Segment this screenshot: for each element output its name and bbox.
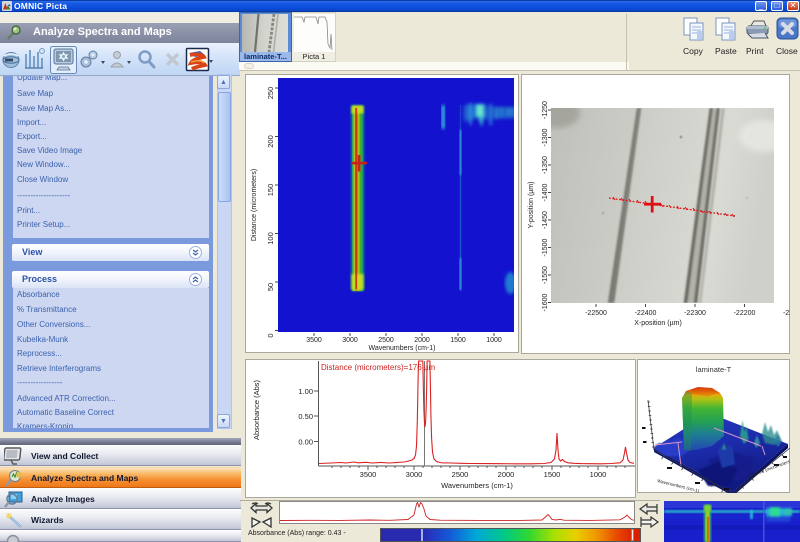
svg-text:Y-position (µm): Y-position (µm) <box>528 182 535 229</box>
svg-text:1500: 1500 <box>450 337 466 344</box>
svg-text:2000: 2000 <box>498 470 515 479</box>
svg-text:1000: 1000 <box>486 337 502 344</box>
svg-text:1.00: 1.00 <box>298 387 313 396</box>
svg-text:-22500: -22500 <box>585 310 607 317</box>
svg-text:3000: 3000 <box>406 470 423 479</box>
svg-text:-22300: -22300 <box>684 310 706 317</box>
svg-text:100: 100 <box>266 232 275 245</box>
svg-text:Distance (micrometers): Distance (micrometers) <box>251 169 258 241</box>
svg-text:-1500: -1500 <box>542 238 549 256</box>
svg-text:-1350: -1350 <box>542 156 549 174</box>
svg-text:150: 150 <box>266 184 275 197</box>
svg-text:Absorbance (Abs): Absorbance (Abs) <box>252 379 261 440</box>
svg-text:-1400: -1400 <box>542 183 549 201</box>
svg-text:50: 50 <box>266 283 275 291</box>
svg-text:-1300: -1300 <box>542 128 549 146</box>
svg-text:3500: 3500 <box>360 470 377 479</box>
svg-text:-1550: -1550 <box>542 266 549 284</box>
svg-text:2500: 2500 <box>378 337 394 344</box>
svg-text:2500: 2500 <box>452 470 469 479</box>
svg-text:Wavenumbers (cm-1): Wavenumbers (cm-1) <box>657 478 701 493</box>
svg-text:200: 200 <box>266 135 275 148</box>
svg-text:Wavenumbers (cm-1): Wavenumbers (cm-1) <box>368 345 435 352</box>
svg-text:-22: -22 <box>783 310 790 317</box>
svg-text:0: 0 <box>266 333 275 337</box>
svg-text:2000: 2000 <box>414 337 430 344</box>
svg-text:3500: 3500 <box>306 337 322 344</box>
svg-text:Wavenumbers (cm-1): Wavenumbers (cm-1) <box>441 481 513 490</box>
svg-text:-22200: -22200 <box>734 310 756 317</box>
svg-text:250: 250 <box>266 87 275 100</box>
svg-text:3000: 3000 <box>342 337 358 344</box>
svg-text:X-position (µm): X-position (µm) <box>634 320 682 327</box>
svg-text:0.00: 0.00 <box>298 438 313 447</box>
svg-text:-1600: -1600 <box>542 293 549 311</box>
svg-text:1500: 1500 <box>544 470 561 479</box>
svg-text:0.50: 0.50 <box>298 412 313 421</box>
svg-text:1000: 1000 <box>590 470 607 479</box>
svg-text:-1450: -1450 <box>542 211 549 229</box>
svg-text:-22400: -22400 <box>635 310 657 317</box>
svg-text:-1250: -1250 <box>542 101 549 119</box>
